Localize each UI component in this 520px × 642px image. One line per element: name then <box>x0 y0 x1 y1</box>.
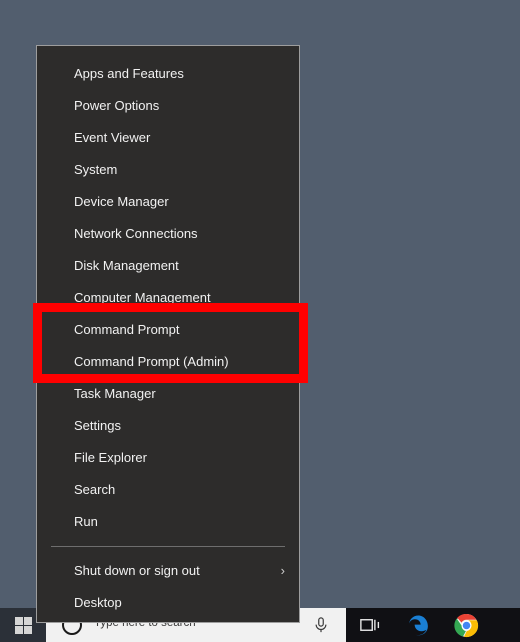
menu-item-file-explorer[interactable]: File Explorer <box>37 442 299 474</box>
menu-item-label: Command Prompt <box>74 322 179 337</box>
menu-item-system[interactable]: System <box>37 154 299 186</box>
task-view-icon <box>360 616 381 634</box>
menu-item-run[interactable]: Run <box>37 506 299 538</box>
edge-icon <box>406 613 431 638</box>
menu-item-computer-management[interactable]: Computer Management <box>37 282 299 314</box>
menu-separator <box>51 546 285 547</box>
menu-item-label: Power Options <box>74 98 159 113</box>
menu-item-label: System <box>74 162 117 177</box>
menu-item-label: Settings <box>74 418 121 433</box>
menu-item-label: Apps and Features <box>74 66 184 81</box>
menu-item-settings[interactable]: Settings <box>37 410 299 442</box>
menu-item-label: Event Viewer <box>74 130 150 145</box>
menu-item-disk-management[interactable]: Disk Management <box>37 250 299 282</box>
windows-logo-icon <box>15 617 32 634</box>
menu-item-label: Desktop <box>74 595 122 610</box>
menu-item-device-manager[interactable]: Device Manager <box>37 186 299 218</box>
menu-item-label: Task Manager <box>74 386 156 401</box>
chrome-icon <box>454 613 479 638</box>
menu-item-label: Command Prompt (Admin) <box>74 354 229 369</box>
menu-item-network-connections[interactable]: Network Connections <box>37 218 299 250</box>
menu-item-command-prompt-admin[interactable]: Command Prompt (Admin) <box>37 346 299 378</box>
menu-item-shut-down-or-sign-out[interactable]: Shut down or sign out › <box>37 555 299 587</box>
menu-item-label: Search <box>74 482 115 497</box>
menu-item-power-options[interactable]: Power Options <box>37 90 299 122</box>
menu-item-label: Computer Management <box>74 290 211 305</box>
menu-item-task-manager[interactable]: Task Manager <box>37 378 299 410</box>
edge-button[interactable] <box>394 608 442 642</box>
winx-context-menu[interactable]: Apps and Features Power Options Event Vi… <box>36 45 300 623</box>
menu-item-apps-and-features[interactable]: Apps and Features <box>37 58 299 90</box>
task-view-button[interactable] <box>346 608 394 642</box>
menu-item-label: Network Connections <box>74 226 198 241</box>
menu-top-padding <box>37 46 299 58</box>
menu-group-main: Apps and Features Power Options Event Vi… <box>37 46 299 619</box>
menu-item-label: Device Manager <box>74 194 169 209</box>
menu-item-search[interactable]: Search <box>37 474 299 506</box>
menu-item-label: Run <box>74 514 98 529</box>
menu-item-label: Shut down or sign out <box>74 563 200 578</box>
chrome-button[interactable] <box>442 608 490 642</box>
menu-item-label: Disk Management <box>74 258 179 273</box>
menu-item-command-prompt[interactable]: Command Prompt <box>37 314 299 346</box>
menu-item-desktop[interactable]: Desktop <box>37 587 299 619</box>
menu-item-event-viewer[interactable]: Event Viewer <box>37 122 299 154</box>
microphone-icon[interactable] <box>312 616 330 634</box>
menu-item-label: File Explorer <box>74 450 147 465</box>
chevron-right-icon: › <box>281 555 285 587</box>
